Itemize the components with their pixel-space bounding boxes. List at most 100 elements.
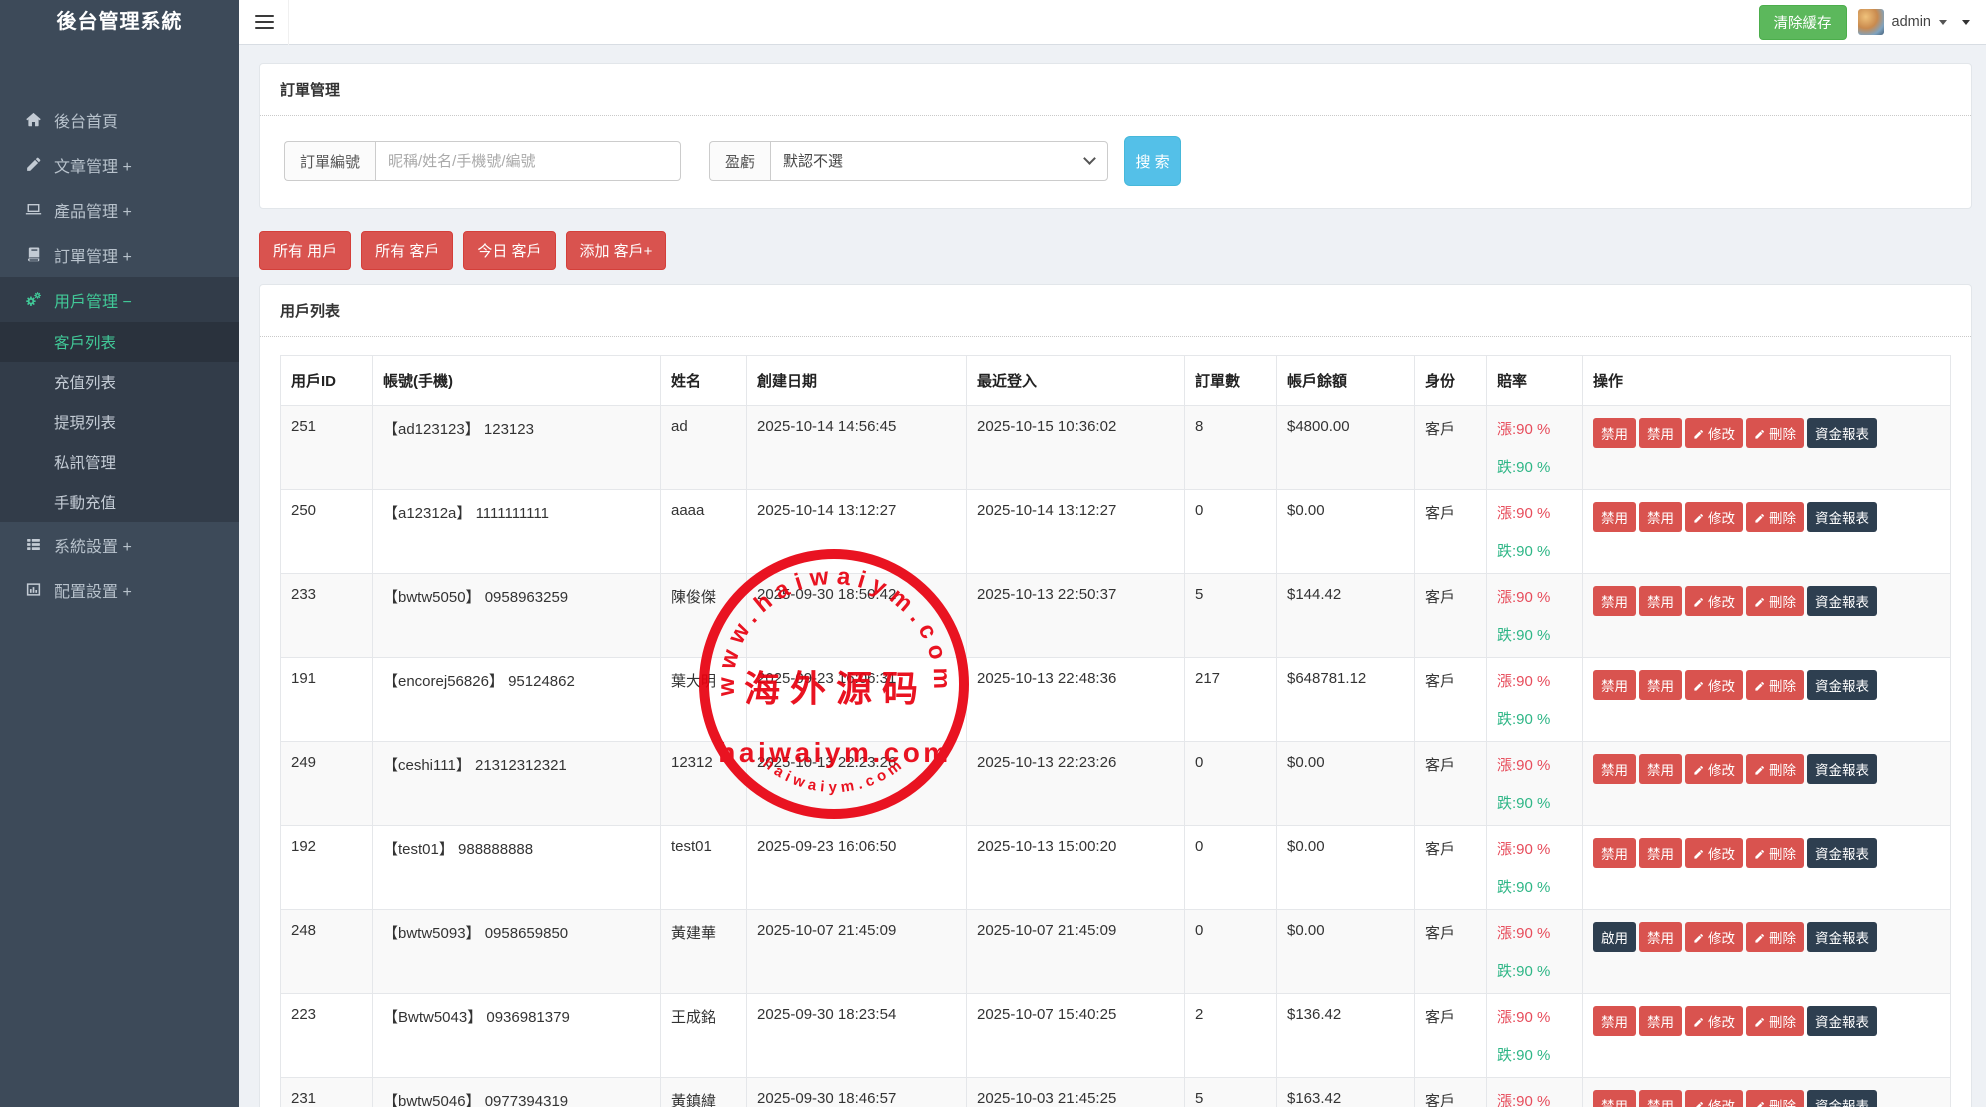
odds-down: 跌:90 % bbox=[1497, 708, 1572, 729]
table-row: 231 【bwtw5046】 0977394319 黃鎮緯 2025-09-30… bbox=[281, 1078, 1951, 1107]
disable-button[interactable]: 禁用 bbox=[1639, 922, 1682, 952]
sidebar-subitem-recharge-list[interactable]: 充值列表 bbox=[0, 362, 239, 402]
all-customers-button[interactable]: 所有 客戶 bbox=[361, 231, 453, 270]
sidebar-item-articles[interactable]: 文章管理 + bbox=[0, 142, 239, 187]
gears-icon bbox=[25, 291, 42, 308]
cell-role: 客戶 bbox=[1415, 994, 1487, 1078]
odds-down: 跌:90 % bbox=[1497, 876, 1572, 897]
edit-button[interactable]: 修改 bbox=[1685, 1090, 1743, 1107]
fund-report-button[interactable]: 資金報表 bbox=[1807, 670, 1877, 700]
delete-button[interactable]: 刪除 bbox=[1746, 1090, 1804, 1107]
column-header: 身份 bbox=[1415, 356, 1487, 406]
disable-button[interactable]: 禁用 bbox=[1593, 1006, 1636, 1036]
sidebar-subitem-manual-recharge[interactable]: 手動充值 bbox=[0, 482, 239, 522]
delete-button[interactable]: 刪除 bbox=[1746, 418, 1804, 448]
search-input[interactable] bbox=[375, 141, 681, 181]
column-header: 帳戶餘額 bbox=[1277, 356, 1415, 406]
edit-button[interactable]: 修改 bbox=[1685, 922, 1743, 952]
disable-button[interactable]: 禁用 bbox=[1593, 418, 1636, 448]
odds-up: 漲:90 % bbox=[1497, 922, 1572, 943]
clear-cache-button[interactable]: 清除緩存 bbox=[1759, 5, 1847, 40]
fund-report-button[interactable]: 資金報表 bbox=[1807, 838, 1877, 868]
disable-button[interactable]: 禁用 bbox=[1593, 754, 1636, 784]
all-users-button[interactable]: 所有 用戶 bbox=[259, 231, 351, 270]
cell-account: 【ad123123】 123123 bbox=[373, 406, 661, 490]
table-row: 251 【ad123123】 123123 ad 2025-10-14 14:5… bbox=[281, 406, 1951, 490]
edit-button[interactable]: 修改 bbox=[1685, 586, 1743, 616]
disable-button[interactable]: 禁用 bbox=[1593, 586, 1636, 616]
sidebar-open-group: 用戶管理 − 客戶列表 充值列表 提現列表 私訊管理 手動充值 bbox=[0, 277, 239, 522]
fund-report-button[interactable]: 資金報表 bbox=[1807, 502, 1877, 532]
disable-button[interactable]: 禁用 bbox=[1639, 502, 1682, 532]
pencil-icon bbox=[1754, 1101, 1765, 1107]
cell-account: 【bwtw5046】 0977394319 bbox=[373, 1078, 661, 1107]
profit-select[interactable]: 默認不選 bbox=[770, 141, 1108, 181]
search-button[interactable]: 搜 索 bbox=[1124, 136, 1181, 186]
toolbar: 所有 用戶所有 客戶今日 客戶添加 客戶+ bbox=[259, 231, 1972, 270]
cell-user-id: 191 bbox=[281, 658, 373, 742]
disable-button[interactable]: 禁用 bbox=[1639, 754, 1682, 784]
sidebar-item-users[interactable]: 用戶管理 − bbox=[0, 277, 239, 322]
user-menu[interactable]: admin bbox=[1858, 9, 1948, 35]
edit-button[interactable]: 修改 bbox=[1685, 838, 1743, 868]
avatar bbox=[1858, 9, 1884, 35]
odds-down: 跌:90 % bbox=[1497, 624, 1572, 645]
pencil-icon bbox=[1754, 513, 1765, 524]
disable-button[interactable]: 禁用 bbox=[1593, 670, 1636, 700]
top-bar: 清除緩存 admin bbox=[239, 0, 1986, 45]
delete-button[interactable]: 刪除 bbox=[1746, 502, 1804, 532]
disable-button[interactable]: 禁用 bbox=[1639, 1090, 1682, 1107]
menu-toggle-button[interactable] bbox=[239, 0, 289, 45]
edit-button[interactable]: 修改 bbox=[1685, 418, 1743, 448]
delete-button[interactable]: 刪除 bbox=[1746, 838, 1804, 868]
sidebar-item-products[interactable]: 產品管理 + bbox=[0, 187, 239, 232]
column-header: 創建日期 bbox=[747, 356, 967, 406]
delete-button[interactable]: 刪除 bbox=[1746, 1006, 1804, 1036]
sidebar-item-home[interactable]: 後台首頁 bbox=[0, 97, 239, 142]
fund-report-button[interactable]: 資金報表 bbox=[1807, 922, 1877, 952]
edit-button[interactable]: 修改 bbox=[1685, 670, 1743, 700]
enable-button[interactable]: 啟用 bbox=[1593, 922, 1636, 952]
pencil-icon bbox=[1693, 765, 1704, 776]
cell-name: aaaa bbox=[661, 490, 747, 574]
add-customer-button[interactable]: 添加 客戶+ bbox=[566, 231, 667, 270]
fund-report-button[interactable]: 資金報表 bbox=[1807, 418, 1877, 448]
disable-button[interactable]: 禁用 bbox=[1593, 1090, 1636, 1107]
delete-button[interactable]: 刪除 bbox=[1746, 586, 1804, 616]
cell-name: 12312 bbox=[661, 742, 747, 826]
disable-button[interactable]: 禁用 bbox=[1639, 838, 1682, 868]
cell-actions: 啟用 禁用 修改 刪除 資金報表 bbox=[1583, 910, 1951, 994]
pencil-icon bbox=[1693, 1101, 1704, 1107]
edit-button[interactable]: 修改 bbox=[1685, 502, 1743, 532]
cell-order-count: 217 bbox=[1185, 658, 1277, 742]
fund-report-button[interactable]: 資金報表 bbox=[1807, 1006, 1877, 1036]
disable-button[interactable]: 禁用 bbox=[1639, 586, 1682, 616]
caret-down-icon[interactable] bbox=[1962, 20, 1970, 25]
sidebar-item-orders[interactable]: 訂單管理 + bbox=[0, 232, 239, 277]
cell-role: 客戶 bbox=[1415, 742, 1487, 826]
sidebar-item-config[interactable]: 配置設置 + bbox=[0, 567, 239, 612]
delete-button[interactable]: 刪除 bbox=[1746, 670, 1804, 700]
edit-button[interactable]: 修改 bbox=[1685, 1006, 1743, 1036]
fund-report-button[interactable]: 資金報表 bbox=[1807, 1090, 1877, 1107]
column-header: 賠率 bbox=[1487, 356, 1583, 406]
cell-name: 陳俊傑 bbox=[661, 574, 747, 658]
sidebar-subitem-withdrawal-list[interactable]: 提現列表 bbox=[0, 402, 239, 442]
disable-button[interactable]: 禁用 bbox=[1593, 838, 1636, 868]
sidebar-subitem-message-manage[interactable]: 私訊管理 bbox=[0, 442, 239, 482]
sidebar-item-system[interactable]: 系統設置 + bbox=[0, 522, 239, 567]
cell-role: 客戶 bbox=[1415, 490, 1487, 574]
disable-button[interactable]: 禁用 bbox=[1639, 418, 1682, 448]
table-row: 249 【ceshi111】 21312312321 12312 2025-10… bbox=[281, 742, 1951, 826]
disable-button[interactable]: 禁用 bbox=[1639, 1006, 1682, 1036]
edit-button[interactable]: 修改 bbox=[1685, 754, 1743, 784]
disable-button[interactable]: 禁用 bbox=[1639, 670, 1682, 700]
fund-report-button[interactable]: 資金報表 bbox=[1807, 586, 1877, 616]
delete-button[interactable]: 刪除 bbox=[1746, 922, 1804, 952]
disable-button[interactable]: 禁用 bbox=[1593, 502, 1636, 532]
delete-button[interactable]: 刪除 bbox=[1746, 754, 1804, 784]
today-customers-button[interactable]: 今日 客戶 bbox=[463, 231, 555, 270]
fund-report-button[interactable]: 資金報表 bbox=[1807, 754, 1877, 784]
pencil-icon bbox=[1693, 429, 1704, 440]
sidebar-subitem-customer-list[interactable]: 客戶列表 bbox=[0, 322, 239, 362]
